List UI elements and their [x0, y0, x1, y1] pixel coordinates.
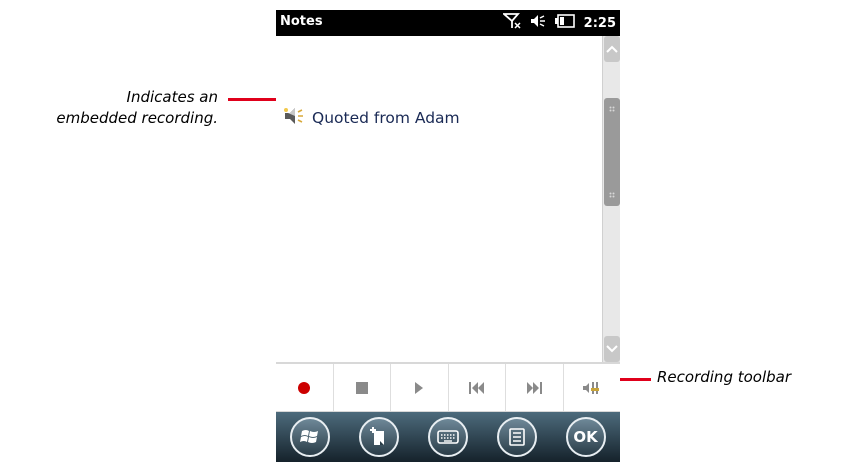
note-body[interactable]: Quoted from Adam — [276, 36, 602, 362]
chevron-down-icon — [606, 345, 618, 353]
volume-button[interactable] — [564, 364, 621, 411]
start-button[interactable] — [290, 417, 331, 457]
app-title: Notes — [280, 14, 323, 29]
skip-back-icon — [468, 381, 484, 394]
play-icon — [415, 381, 424, 394]
new-note-icon — [370, 427, 385, 445]
grip-icon — [609, 106, 615, 112]
callout-line-right — [615, 378, 651, 381]
signal-off-icon[interactable] — [501, 13, 521, 33]
stop-icon — [355, 381, 368, 394]
scroll-up-button[interactable] — [604, 36, 620, 62]
menu-icon — [508, 428, 525, 446]
scroll-thumb[interactable] — [604, 98, 620, 206]
grip-icon — [609, 192, 615, 198]
scroll-down-button[interactable] — [604, 336, 620, 362]
record-button[interactable] — [276, 364, 334, 411]
keyboard-button[interactable] — [427, 417, 468, 457]
battery-icon[interactable] — [554, 14, 575, 32]
ok-label: OK — [573, 428, 598, 446]
skip-back-button[interactable] — [449, 364, 506, 411]
keyboard-icon — [437, 430, 459, 444]
menu-button[interactable] — [496, 417, 537, 457]
status-time[interactable]: 2:25 — [584, 16, 616, 31]
stop-button[interactable] — [334, 364, 391, 411]
status-icons: 2:25 — [501, 13, 616, 33]
play-button[interactable] — [391, 364, 449, 411]
skip-forward-button[interactable] — [506, 364, 564, 411]
volume-icon[interactable] — [530, 13, 546, 33]
ok-button[interactable]: OK — [565, 417, 606, 457]
skip-forward-icon — [527, 381, 543, 394]
callout-embedded-recording: Indicates an embedded recording. — [56, 88, 218, 127]
callout-recording-toolbar: Recording toolbar — [657, 368, 792, 386]
new-note-button[interactable] — [359, 417, 400, 457]
embedded-recording[interactable]: Quoted from Adam — [282, 104, 460, 132]
windows-start-icon — [300, 430, 319, 443]
volume-slider-icon — [582, 381, 599, 394]
device-screen: Notes 2:25 Quoted from Adam OK — [276, 10, 620, 462]
chevron-up-icon — [606, 45, 618, 53]
speaker-recording-icon — [282, 104, 306, 132]
vertical-scrollbar[interactable] — [602, 36, 620, 362]
recording-label: Quoted from Adam — [312, 109, 460, 127]
softkey-bar: OK — [276, 412, 620, 462]
status-bar: Notes 2:25 — [276, 10, 620, 36]
recording-toolbar — [276, 362, 620, 412]
record-icon — [298, 381, 311, 394]
